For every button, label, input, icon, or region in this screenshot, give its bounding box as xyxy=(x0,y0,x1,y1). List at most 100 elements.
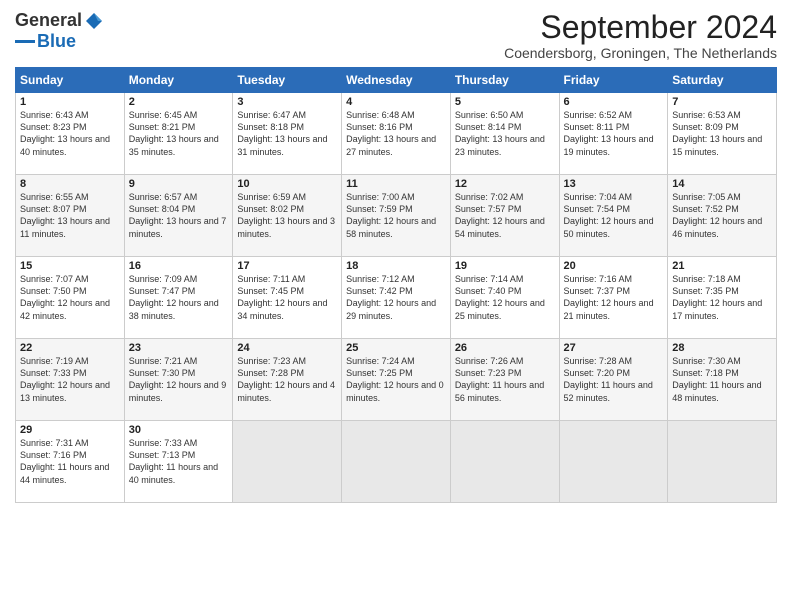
calendar-week-row: 8 Sunrise: 6:55 AMSunset: 8:07 PMDayligh… xyxy=(16,175,777,257)
calendar-cell: 29 Sunrise: 7:31 AMSunset: 7:16 PMDaylig… xyxy=(16,421,125,503)
day-detail: Sunrise: 7:11 AMSunset: 7:45 PMDaylight:… xyxy=(237,273,337,322)
day-detail: Sunrise: 7:00 AMSunset: 7:59 PMDaylight:… xyxy=(346,191,446,240)
day-number: 23 xyxy=(129,342,229,354)
day-detail: Sunrise: 7:33 AMSunset: 7:13 PMDaylight:… xyxy=(129,437,229,486)
location-title: Coendersborg, Groningen, The Netherlands xyxy=(504,45,777,61)
day-number: 29 xyxy=(20,424,120,436)
day-number: 16 xyxy=(129,260,229,272)
day-detail: Sunrise: 7:02 AMSunset: 7:57 PMDaylight:… xyxy=(455,191,555,240)
calendar-week-row: 15 Sunrise: 7:07 AMSunset: 7:50 PMDaylig… xyxy=(16,257,777,339)
title-section: September 2024 Coendersborg, Groningen, … xyxy=(504,10,777,61)
day-number: 19 xyxy=(455,260,555,272)
day-detail: Sunrise: 6:55 AMSunset: 8:07 PMDaylight:… xyxy=(20,191,120,240)
calendar-cell: 28 Sunrise: 7:30 AMSunset: 7:18 PMDaylig… xyxy=(668,339,777,421)
weekday-header: Sunday xyxy=(16,68,125,93)
day-number: 21 xyxy=(672,260,772,272)
calendar-cell: 21 Sunrise: 7:18 AMSunset: 7:35 PMDaylig… xyxy=(668,257,777,339)
day-number: 4 xyxy=(346,96,446,108)
day-detail: Sunrise: 7:05 AMSunset: 7:52 PMDaylight:… xyxy=(672,191,772,240)
day-number: 1 xyxy=(20,96,120,108)
calendar-cell: 17 Sunrise: 7:11 AMSunset: 7:45 PMDaylig… xyxy=(233,257,342,339)
logo: General Blue xyxy=(15,10,104,52)
day-number: 13 xyxy=(564,178,664,190)
weekday-header: Saturday xyxy=(668,68,777,93)
day-number: 15 xyxy=(20,260,120,272)
day-number: 22 xyxy=(20,342,120,354)
calendar-cell: 11 Sunrise: 7:00 AMSunset: 7:59 PMDaylig… xyxy=(342,175,451,257)
calendar-cell: 12 Sunrise: 7:02 AMSunset: 7:57 PMDaylig… xyxy=(450,175,559,257)
day-number: 10 xyxy=(237,178,337,190)
calendar-cell xyxy=(559,421,668,503)
calendar-cell: 15 Sunrise: 7:07 AMSunset: 7:50 PMDaylig… xyxy=(16,257,125,339)
day-detail: Sunrise: 6:45 AMSunset: 8:21 PMDaylight:… xyxy=(129,109,229,158)
day-number: 9 xyxy=(129,178,229,190)
day-detail: Sunrise: 7:09 AMSunset: 7:47 PMDaylight:… xyxy=(129,273,229,322)
page: General Blue September 2024 Coendersborg… xyxy=(0,0,792,612)
calendar-cell: 9 Sunrise: 6:57 AMSunset: 8:04 PMDayligh… xyxy=(124,175,233,257)
calendar-cell: 5 Sunrise: 6:50 AMSunset: 8:14 PMDayligh… xyxy=(450,93,559,175)
weekday-header: Wednesday xyxy=(342,68,451,93)
day-number: 26 xyxy=(455,342,555,354)
calendar-cell xyxy=(342,421,451,503)
day-detail: Sunrise: 7:24 AMSunset: 7:25 PMDaylight:… xyxy=(346,355,446,404)
weekday-header: Monday xyxy=(124,68,233,93)
day-detail: Sunrise: 7:19 AMSunset: 7:33 PMDaylight:… xyxy=(20,355,120,404)
day-detail: Sunrise: 6:47 AMSunset: 8:18 PMDaylight:… xyxy=(237,109,337,158)
calendar-cell: 22 Sunrise: 7:19 AMSunset: 7:33 PMDaylig… xyxy=(16,339,125,421)
day-number: 14 xyxy=(672,178,772,190)
day-number: 12 xyxy=(455,178,555,190)
day-detail: Sunrise: 7:16 AMSunset: 7:37 PMDaylight:… xyxy=(564,273,664,322)
day-number: 17 xyxy=(237,260,337,272)
day-number: 25 xyxy=(346,342,446,354)
day-detail: Sunrise: 6:50 AMSunset: 8:14 PMDaylight:… xyxy=(455,109,555,158)
header: General Blue September 2024 Coendersborg… xyxy=(15,10,777,61)
day-detail: Sunrise: 7:23 AMSunset: 7:28 PMDaylight:… xyxy=(237,355,337,404)
calendar-cell: 26 Sunrise: 7:26 AMSunset: 7:23 PMDaylig… xyxy=(450,339,559,421)
calendar-cell: 6 Sunrise: 6:52 AMSunset: 8:11 PMDayligh… xyxy=(559,93,668,175)
calendar-cell: 16 Sunrise: 7:09 AMSunset: 7:47 PMDaylig… xyxy=(124,257,233,339)
header-row: SundayMondayTuesdayWednesdayThursdayFrid… xyxy=(16,68,777,93)
day-detail: Sunrise: 7:26 AMSunset: 7:23 PMDaylight:… xyxy=(455,355,555,404)
weekday-header: Tuesday xyxy=(233,68,342,93)
calendar-cell: 13 Sunrise: 7:04 AMSunset: 7:54 PMDaylig… xyxy=(559,175,668,257)
month-title: September 2024 xyxy=(504,10,777,45)
calendar-cell: 27 Sunrise: 7:28 AMSunset: 7:20 PMDaylig… xyxy=(559,339,668,421)
day-number: 3 xyxy=(237,96,337,108)
logo-icon xyxy=(84,11,104,31)
day-detail: Sunrise: 6:52 AMSunset: 8:11 PMDaylight:… xyxy=(564,109,664,158)
day-number: 18 xyxy=(346,260,446,272)
day-number: 2 xyxy=(129,96,229,108)
day-number: 5 xyxy=(455,96,555,108)
day-detail: Sunrise: 6:48 AMSunset: 8:16 PMDaylight:… xyxy=(346,109,446,158)
calendar-cell: 18 Sunrise: 7:12 AMSunset: 7:42 PMDaylig… xyxy=(342,257,451,339)
logo-blue-text: Blue xyxy=(37,31,76,52)
calendar-cell: 7 Sunrise: 6:53 AMSunset: 8:09 PMDayligh… xyxy=(668,93,777,175)
day-number: 20 xyxy=(564,260,664,272)
day-number: 7 xyxy=(672,96,772,108)
calendar-cell xyxy=(233,421,342,503)
calendar-cell: 14 Sunrise: 7:05 AMSunset: 7:52 PMDaylig… xyxy=(668,175,777,257)
day-detail: Sunrise: 6:43 AMSunset: 8:23 PMDaylight:… xyxy=(20,109,120,158)
day-number: 6 xyxy=(564,96,664,108)
day-detail: Sunrise: 6:53 AMSunset: 8:09 PMDaylight:… xyxy=(672,109,772,158)
calendar-cell: 2 Sunrise: 6:45 AMSunset: 8:21 PMDayligh… xyxy=(124,93,233,175)
day-detail: Sunrise: 7:07 AMSunset: 7:50 PMDaylight:… xyxy=(20,273,120,322)
calendar-cell: 23 Sunrise: 7:21 AMSunset: 7:30 PMDaylig… xyxy=(124,339,233,421)
calendar-cell: 10 Sunrise: 6:59 AMSunset: 8:02 PMDaylig… xyxy=(233,175,342,257)
day-detail: Sunrise: 6:59 AMSunset: 8:02 PMDaylight:… xyxy=(237,191,337,240)
day-detail: Sunrise: 6:57 AMSunset: 8:04 PMDaylight:… xyxy=(129,191,229,240)
calendar-cell: 20 Sunrise: 7:16 AMSunset: 7:37 PMDaylig… xyxy=(559,257,668,339)
calendar-table: SundayMondayTuesdayWednesdayThursdayFrid… xyxy=(15,67,777,503)
calendar-cell: 24 Sunrise: 7:23 AMSunset: 7:28 PMDaylig… xyxy=(233,339,342,421)
weekday-header: Friday xyxy=(559,68,668,93)
day-number: 30 xyxy=(129,424,229,436)
day-detail: Sunrise: 7:21 AMSunset: 7:30 PMDaylight:… xyxy=(129,355,229,404)
calendar-cell: 8 Sunrise: 6:55 AMSunset: 8:07 PMDayligh… xyxy=(16,175,125,257)
day-number: 11 xyxy=(346,178,446,190)
calendar-week-row: 1 Sunrise: 6:43 AMSunset: 8:23 PMDayligh… xyxy=(16,93,777,175)
day-detail: Sunrise: 7:04 AMSunset: 7:54 PMDaylight:… xyxy=(564,191,664,240)
day-number: 28 xyxy=(672,342,772,354)
day-detail: Sunrise: 7:14 AMSunset: 7:40 PMDaylight:… xyxy=(455,273,555,322)
calendar-cell xyxy=(450,421,559,503)
calendar-cell: 4 Sunrise: 6:48 AMSunset: 8:16 PMDayligh… xyxy=(342,93,451,175)
